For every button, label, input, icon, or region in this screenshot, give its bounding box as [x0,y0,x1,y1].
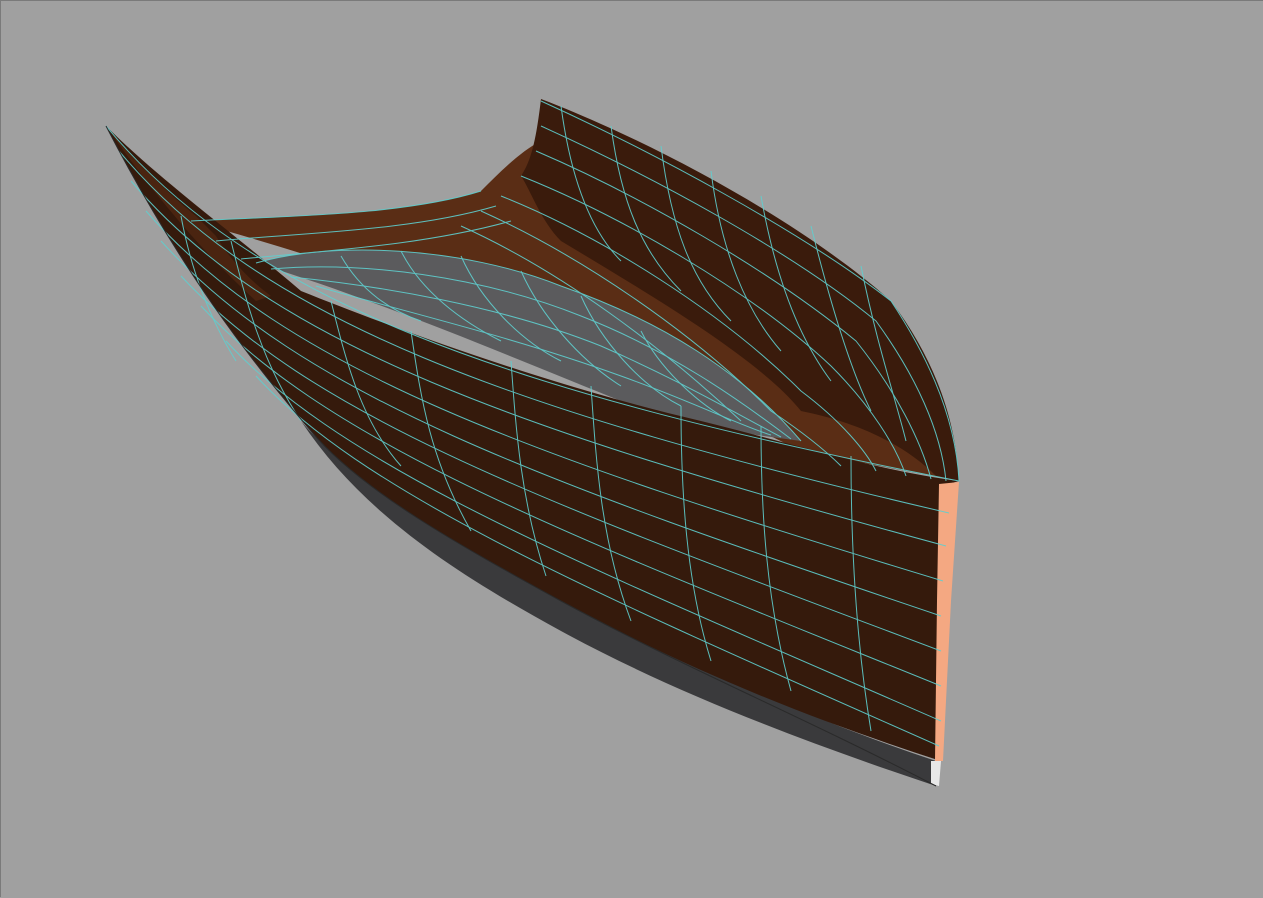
hull-render[interactable] [1,1,1263,898]
hull-keel-tip [931,761,941,786]
3d-viewport[interactable] [0,0,1263,897]
hull-transom-edge [935,482,959,761]
